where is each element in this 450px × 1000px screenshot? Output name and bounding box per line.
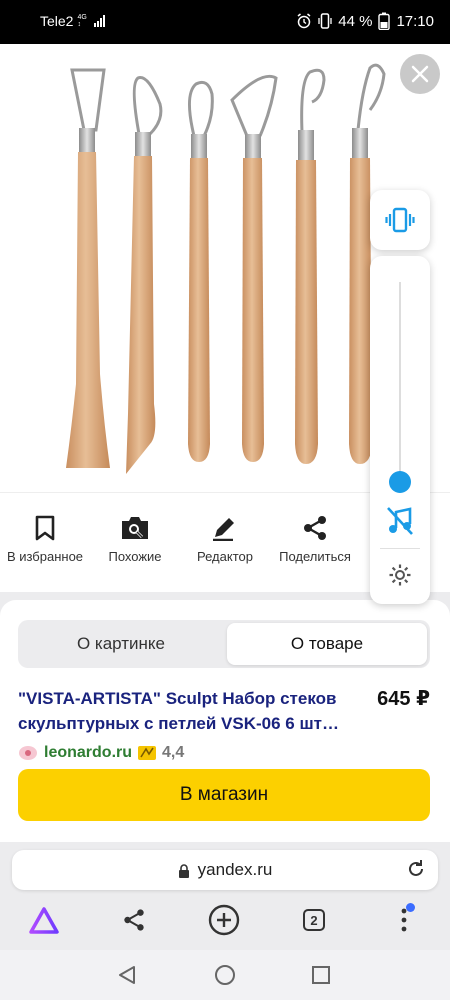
music-off-button[interactable]	[386, 506, 414, 541]
editor-button[interactable]: Редактор	[180, 515, 270, 564]
tab-about-image[interactable]: О картинке	[21, 623, 221, 665]
tabs-count: 2	[303, 909, 325, 931]
alarm-icon	[297, 13, 311, 29]
product-title[interactable]: "VISTA-ARTISTA" Sculpt Набор стеков скул…	[18, 686, 348, 736]
lock-icon	[178, 863, 189, 878]
recent-apps-button[interactable]	[310, 964, 332, 991]
tabs-switcher-button[interactable]: 2	[303, 909, 325, 931]
tab-about-product[interactable]: О товаре	[227, 623, 427, 665]
volume-divider	[380, 548, 420, 549]
share-icon	[124, 909, 144, 931]
pencil-icon	[213, 518, 234, 541]
camera-search-icon	[122, 517, 148, 539]
share-button[interactable]: Поделиться	[270, 515, 360, 564]
seller-rating: 4,4	[162, 744, 185, 761]
alice-icon	[29, 907, 59, 934]
browser-menu-button[interactable]	[399, 903, 415, 938]
close-button[interactable]	[400, 54, 440, 94]
recent-square-icon	[312, 966, 330, 984]
share-page-button[interactable]	[122, 908, 146, 937]
add-to-favorites-button[interactable]: В избранное	[0, 515, 90, 564]
share-icon	[304, 516, 326, 540]
tool-5	[295, 68, 326, 464]
vibrate-status-icon	[318, 13, 332, 29]
go-to-shop-button[interactable]: В магазин	[18, 769, 430, 821]
battery-percent: 44 %	[338, 12, 373, 30]
music-off-icon	[387, 507, 413, 535]
volume-slider-handle[interactable]	[389, 471, 411, 493]
info-tabs: О картинке О товаре	[18, 620, 430, 668]
seller-name[interactable]: leonardo.ru	[44, 744, 132, 762]
rating-icon	[138, 746, 157, 760]
reload-icon	[409, 860, 423, 876]
home-button[interactable]	[214, 964, 236, 991]
action-label: Редактор	[197, 549, 253, 564]
browser-nav-bar: 2	[0, 895, 450, 947]
reload-button[interactable]	[406, 859, 426, 884]
product-price: 645 ₽	[377, 688, 430, 710]
volume-panel	[370, 256, 430, 604]
action-label: Похожие	[108, 549, 162, 564]
carrier-name: Tele2	[40, 13, 74, 29]
action-label: В избранное	[6, 549, 84, 564]
status-right: 44 % 17:10	[296, 12, 434, 30]
tool-3	[188, 80, 214, 462]
tool-2	[126, 76, 163, 474]
url-display: yandex.ru	[12, 860, 438, 880]
bookmark-icon	[35, 515, 55, 541]
new-tab-button[interactable]	[208, 904, 240, 941]
tool-1	[66, 68, 110, 468]
network-type: 4G ↕	[77, 14, 87, 28]
gear-icon	[389, 564, 411, 586]
vibrate-icon	[385, 207, 415, 233]
alice-assistant-button[interactable]	[28, 905, 60, 940]
sound-settings-button[interactable]	[388, 563, 412, 592]
plus-circle-icon	[208, 904, 240, 936]
similar-images-button[interactable]: Похожие	[90, 515, 180, 564]
address-bar[interactable]: yandex.ru	[12, 850, 438, 890]
clock: 17:10	[396, 12, 434, 30]
volume-track[interactable]	[399, 282, 401, 482]
back-triangle-icon	[119, 966, 135, 984]
system-nav-bar	[0, 950, 450, 1000]
status-left: Tele2 4G ↕	[40, 13, 105, 29]
seller-info: leonardo.ru 4,4	[18, 744, 184, 762]
status-bar: Tele2 4G ↕ 44 % 17:10	[0, 0, 450, 44]
close-icon	[411, 65, 429, 83]
product-info-card: О картинке О товаре "VISTA-ARTISTA" Scul…	[0, 600, 450, 842]
url-text: yandex.ru	[197, 860, 273, 879]
vibrate-mode-button[interactable]	[370, 190, 430, 250]
battery-icon	[378, 12, 391, 30]
seller-logo-icon	[19, 746, 37, 760]
tool-4	[230, 74, 278, 462]
signal-icon	[93, 15, 105, 27]
home-circle-icon	[215, 965, 235, 985]
action-label: Поделиться	[279, 549, 351, 564]
back-button[interactable]	[116, 964, 138, 991]
notification-dot	[406, 903, 415, 912]
